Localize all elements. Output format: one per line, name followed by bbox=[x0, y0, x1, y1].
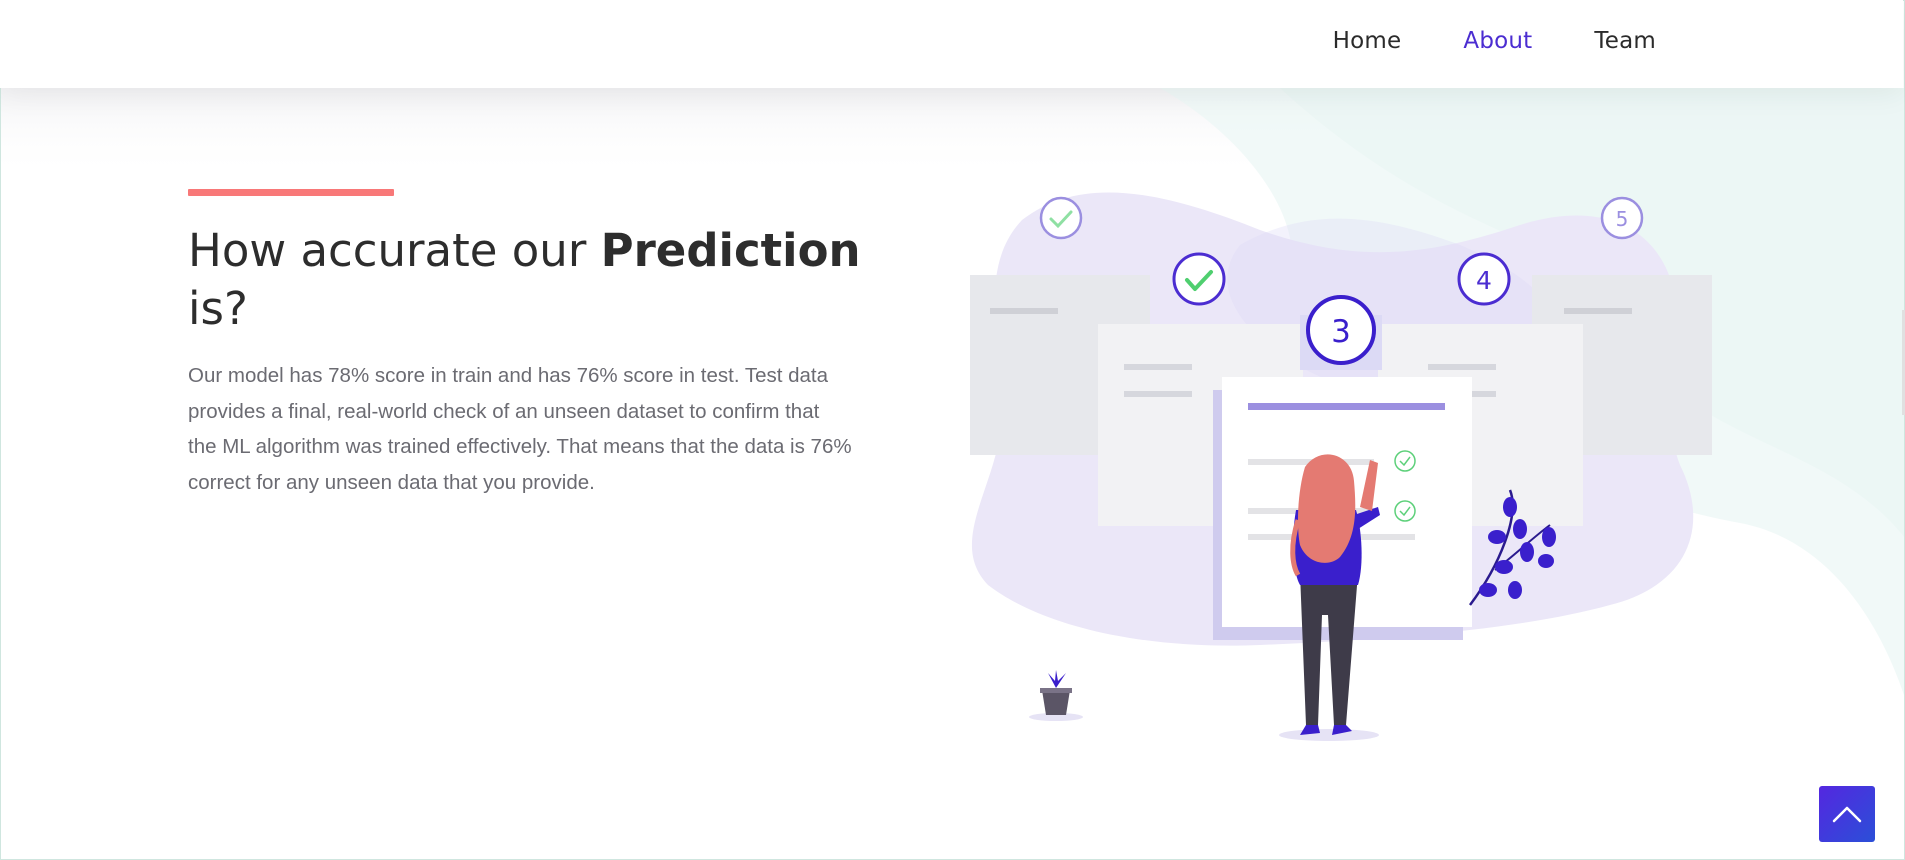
check-badge-faded-icon bbox=[1039, 196, 1083, 240]
card-left-line bbox=[990, 308, 1058, 314]
step-5-number: 5 bbox=[1616, 207, 1629, 231]
prediction-illustration: 3 4 5 bbox=[970, 192, 1712, 741]
card-right-line bbox=[1564, 308, 1632, 314]
nav-link-home[interactable]: Home bbox=[1333, 28, 1402, 54]
step-4-number: 4 bbox=[1476, 266, 1492, 295]
card-mid-right-line1 bbox=[1428, 364, 1496, 370]
step-3-number: 3 bbox=[1331, 314, 1351, 350]
nav-link-team[interactable]: Team bbox=[1594, 28, 1656, 54]
section-description: Our model has 78% score in train and has… bbox=[188, 364, 852, 494]
card-mid-left-line1 bbox=[1124, 364, 1192, 370]
top-navbar: Home About Team bbox=[0, 0, 1903, 88]
accent-bar bbox=[188, 189, 394, 196]
chevron-up-icon bbox=[1832, 806, 1862, 823]
section-heading: How accurate our Prediction is? bbox=[188, 222, 868, 338]
card-mid-left-line2 bbox=[1124, 391, 1192, 397]
card-center-title-bar bbox=[1248, 403, 1445, 410]
check-badge-icon bbox=[1172, 252, 1226, 306]
heading-prefix: How accurate our bbox=[188, 224, 601, 277]
main-nav: Home About Team bbox=[1333, 28, 1656, 54]
nav-link-about[interactable]: About bbox=[1463, 28, 1532, 54]
heading-suffix: is? bbox=[188, 282, 248, 335]
heading-bold: Prediction bbox=[600, 224, 861, 277]
potted-plant-icon bbox=[1029, 670, 1083, 721]
scroll-to-top-button[interactable] bbox=[1819, 786, 1875, 842]
